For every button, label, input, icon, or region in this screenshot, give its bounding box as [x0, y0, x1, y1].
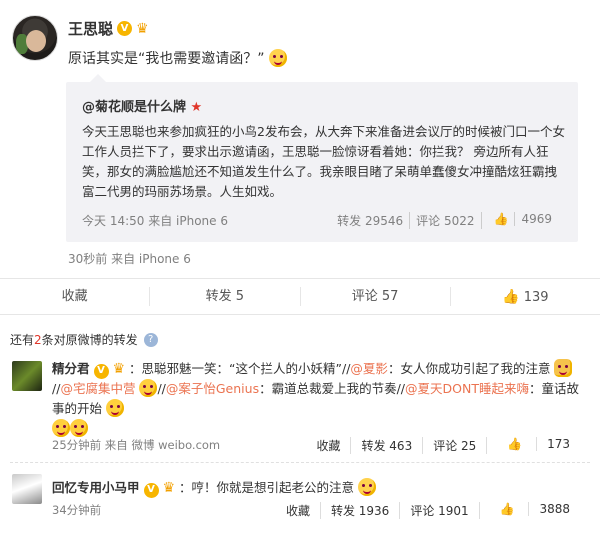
- repost-button[interactable]: 转发 1936: [319, 502, 399, 519]
- repost-comment-count[interactable]: 评论 5022: [409, 212, 480, 229]
- repost-author-name[interactable]: @菊花顺是什么牌: [82, 100, 186, 115]
- others-prefix: 还有: [10, 333, 35, 347]
- repost-meta: 今天 14:50 来自 iPhone 6: [82, 214, 228, 228]
- commenter-name[interactable]: 回忆专用小马甲: [52, 480, 140, 495]
- comment-text: 精分君 V ♛ ：思聪邪魅一笑：“这个拦人的小妖精”//@夏影：女人你成功引起了…: [52, 359, 582, 439]
- verified-badge-icon: V: [117, 21, 133, 36]
- repost-like[interactable]: 👍 4969: [480, 212, 565, 229]
- like-count: 139: [523, 290, 549, 305]
- crown-icon: ♛: [136, 20, 149, 37]
- collect-button[interactable]: 收藏: [276, 502, 320, 519]
- comment-button[interactable]: 评论 1901: [399, 502, 478, 519]
- repost-like-count: 4969: [514, 212, 558, 226]
- mention-link[interactable]: @案子怡Genius: [166, 381, 259, 396]
- post-text-content: 原话其实是“我也需要邀请函？”: [68, 51, 265, 67]
- thumbs-up-icon: 👍: [499, 502, 515, 516]
- comment-time: 25分钟前 来自 微博 weibo.com: [52, 438, 221, 452]
- post-meta: 30秒前 来自 iPhone 6: [68, 252, 191, 266]
- star-icon: ★: [190, 100, 203, 115]
- crown-icon: ♛: [162, 480, 176, 496]
- repost-actions: 转发 29546 评论 5022 👍 4969: [331, 212, 564, 229]
- mention-link[interactable]: @夏天DONT睡起来嗨: [405, 381, 529, 396]
- mention-link[interactable]: @夏影: [350, 361, 388, 376]
- comment-part: //: [157, 381, 166, 396]
- laugh-emoji-icon: [139, 379, 158, 397]
- mention-link[interactable]: @宅腐集中营: [60, 381, 135, 396]
- thumbs-up-icon: 👍: [507, 437, 523, 451]
- crown-icon: ♛: [112, 361, 126, 377]
- post-text: 原话其实是“我也需要邀请函？”: [68, 48, 287, 68]
- reposted-card[interactable]: @菊花顺是什么牌 ★ 今天王思聪也来参加疯狂的小鸟2发布会，从大奔下来准备进会议…: [66, 74, 578, 242]
- angry-emoji-icon: [358, 478, 377, 496]
- comment-actions: 收藏 转发 1936 评论 1901 👍 3888: [276, 502, 590, 519]
- repost-author[interactable]: @菊花顺是什么牌 ★: [82, 96, 202, 115]
- collect-button[interactable]: 收藏: [306, 437, 350, 454]
- like-button[interactable]: 👍 139: [449, 287, 600, 306]
- like-button[interactable]: 👍 3888: [478, 502, 590, 519]
- laugh-emoji-icon: [70, 419, 88, 437]
- comment-button[interactable]: 评论 25: [422, 437, 486, 454]
- comment-button[interactable]: 评论 57: [299, 287, 450, 306]
- comment-text: 回忆专用小马甲 V ♛ ：哼！你就是想引起老公的注意: [52, 478, 582, 498]
- others-suffix: 条对原微博的转发: [41, 333, 138, 347]
- others-count: 2: [34, 333, 42, 347]
- verified-badge-icon: V: [93, 363, 109, 379]
- avatar[interactable]: [12, 15, 58, 61]
- cat-emoji-icon: [554, 359, 573, 377]
- avatar-face: [26, 30, 46, 52]
- avatar[interactable]: [12, 474, 42, 504]
- repost-body: 今天王思聪也来参加疯狂的小鸟2发布会，从大奔下来准备进会议厅的时候被门口一个女工…: [82, 124, 565, 199]
- repost-repost-count[interactable]: 转发 29546: [331, 212, 409, 229]
- comment-part: ：女人你成功引起了我的注意: [387, 361, 551, 376]
- like-count: 173: [536, 437, 580, 451]
- comment-part: ：霸道总裁爱上我的节奏//: [259, 381, 406, 396]
- thumbs-up-icon: 👍: [502, 289, 520, 305]
- collect-button[interactable]: 收藏: [0, 287, 149, 306]
- help-icon[interactable]: ?: [143, 332, 158, 347]
- like-button[interactable]: 👍 173: [486, 437, 590, 454]
- username[interactable]: 王思聪: [68, 18, 113, 39]
- repost-button[interactable]: 转发 5: [149, 287, 299, 306]
- other-reposts-header: 还有2条对原微博的转发 ?: [10, 331, 158, 348]
- comment-part: ：哼！你就是想引起老公的注意: [179, 480, 355, 495]
- comment-part: ：思聪邪魅一笑：“这个拦人的小妖精”//: [129, 361, 351, 376]
- verified-badge-icon: V: [143, 482, 159, 498]
- comment-actions: 收藏 转发 463 评论 25 👍 173: [306, 437, 590, 454]
- laugh-emoji-icon: [106, 399, 124, 417]
- action-bar: 收藏 转发 5 评论 57 👍 139: [0, 278, 600, 315]
- repost-button[interactable]: 转发 463: [350, 437, 422, 454]
- avatar[interactable]: [12, 361, 42, 391]
- commenter-name[interactable]: 精分君: [52, 361, 90, 376]
- smirk-emoji-icon: [268, 49, 287, 67]
- user-line: 王思聪 V ♛: [68, 18, 149, 39]
- like-count: 3888: [528, 502, 580, 516]
- comment-time: 34分钟前: [52, 503, 102, 517]
- laugh-emoji-icon: [52, 419, 70, 437]
- thumbs-up-icon: 👍: [493, 212, 509, 226]
- divider: [10, 462, 590, 463]
